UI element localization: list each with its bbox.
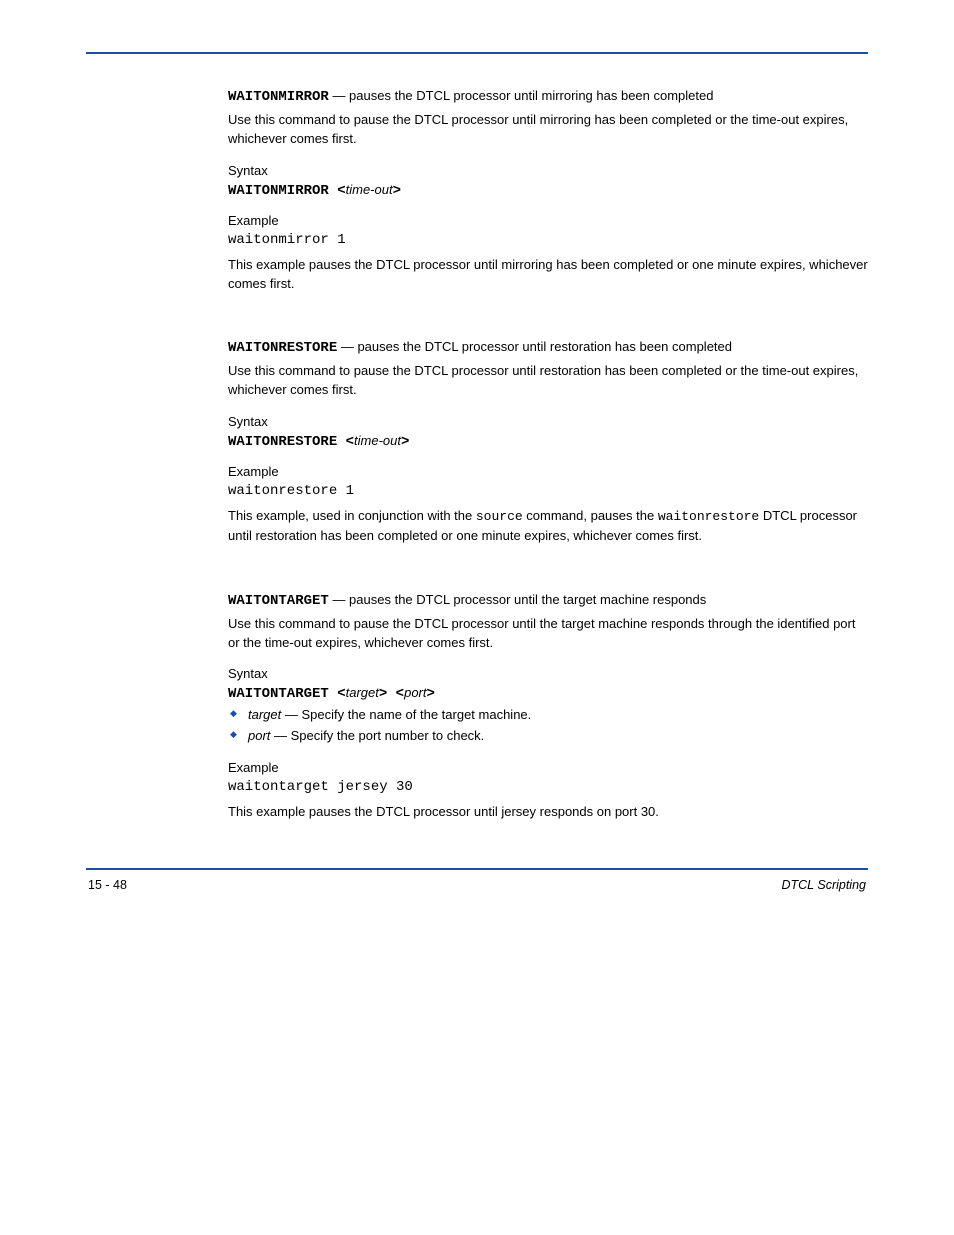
section-waitonmirror: WAITONMIRROR — pauses the DTCL processor… <box>228 88 868 293</box>
page-container: WAITONMIRROR — pauses the DTCL processor… <box>0 0 954 926</box>
explain-mono: source <box>476 509 523 524</box>
syntax-cmd: WAITONTARGET < <box>228 686 346 702</box>
section-heading: WAITONRESTORE — pauses the DTCL processo… <box>228 339 868 356</box>
syntax-line: WAITONMIRROR <time-out> <box>228 182 868 199</box>
section-description: Use this command to pause the DTCL proce… <box>228 615 868 653</box>
bottom-rule <box>86 868 868 870</box>
section-heading: WAITONMIRROR — pauses the DTCL processor… <box>228 88 868 105</box>
example-label: Example <box>228 760 868 775</box>
syntax-arg: time-out <box>354 433 401 448</box>
arg-list: target — Specify the name of the target … <box>228 706 868 746</box>
syntax-arg: target <box>346 685 379 700</box>
syntax-line: WAITONTARGET <target> <port> <box>228 685 868 702</box>
syntax-label: Syntax <box>228 414 868 429</box>
example-label: Example <box>228 464 868 479</box>
page-footer: 15 - 48 DTCL Scripting <box>86 878 868 892</box>
example-code: waitonrestore 1 <box>228 483 868 499</box>
cmd-name: WAITONTARGET <box>228 593 329 609</box>
example-explain: This example pauses the DTCL processor u… <box>228 803 868 822</box>
syntax-arg: port <box>404 685 426 700</box>
syntax-label: Syntax <box>228 163 868 178</box>
section-title: DTCL Scripting <box>781 878 866 892</box>
example-code: waitonmirror 1 <box>228 232 868 248</box>
cmd-name: WAITONMIRROR <box>228 89 329 105</box>
section-description: Use this command to pause the DTCL proce… <box>228 111 868 149</box>
cmd-tagline: — pauses the DTCL processor until restor… <box>337 339 732 354</box>
arg-body: — Specify the name of the target machine… <box>281 707 531 722</box>
list-item: target — Specify the name of the target … <box>228 706 868 725</box>
syntax-line: WAITONRESTORE <time-out> <box>228 433 868 450</box>
arg-term: target <box>248 707 281 722</box>
section-waitontarget: WAITONTARGET — pauses the DTCL processor… <box>228 592 868 822</box>
cmd-tagline: — pauses the DTCL processor until the ta… <box>329 592 706 607</box>
list-item: port — Specify the port number to check. <box>228 727 868 746</box>
syntax-close: > <box>401 434 409 450</box>
content-area: WAITONMIRROR — pauses the DTCL processor… <box>228 88 868 822</box>
example-code: waitontarget jersey 30 <box>228 779 868 795</box>
explain-mid: command, pauses the <box>523 508 658 523</box>
page-number: 15 - 48 <box>88 878 127 892</box>
example-explain: This example, used in conjunction with t… <box>228 507 868 546</box>
syntax-cmd: WAITONRESTORE < <box>228 434 354 450</box>
syntax-close: > <box>427 686 435 702</box>
cmd-name: WAITONRESTORE <box>228 340 337 356</box>
cmd-tagline: — pauses the DTCL processor until mirror… <box>329 88 714 103</box>
syntax-arg: time-out <box>346 182 393 197</box>
syntax-mid: > < <box>379 686 404 702</box>
arg-term: port <box>248 728 270 743</box>
syntax-close: > <box>393 183 401 199</box>
example-label: Example <box>228 213 868 228</box>
explain-mono: waitonrestore <box>658 509 759 524</box>
arg-body: — Specify the port number to check. <box>270 728 484 743</box>
example-explain: This example pauses the DTCL processor u… <box>228 256 868 294</box>
explain-pre: This example, used in conjunction with t… <box>228 508 476 523</box>
syntax-label: Syntax <box>228 666 868 681</box>
section-heading: WAITONTARGET — pauses the DTCL processor… <box>228 592 868 609</box>
syntax-cmd: WAITONMIRROR < <box>228 183 346 199</box>
section-description: Use this command to pause the DTCL proce… <box>228 362 868 400</box>
top-rule <box>86 52 868 54</box>
section-waitonrestore: WAITONRESTORE — pauses the DTCL processo… <box>228 339 868 545</box>
